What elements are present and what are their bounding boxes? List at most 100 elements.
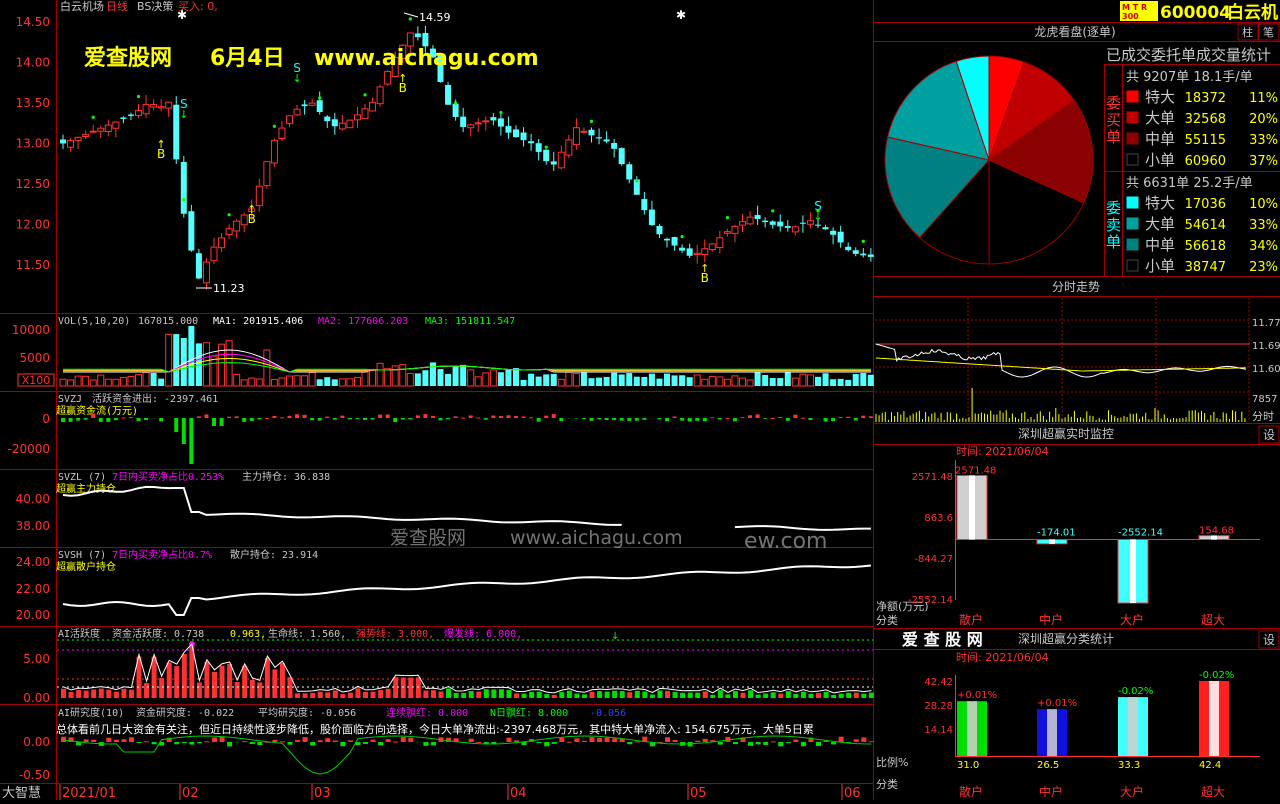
candle-body bbox=[498, 118, 504, 126]
ratio-delta: -0.02% bbox=[1199, 670, 1234, 681]
activity-bar bbox=[76, 690, 81, 698]
fund-flow-bar bbox=[854, 418, 858, 420]
ai-axis: 5.00 0.00 bbox=[23, 652, 50, 705]
date-tick: 05 bbox=[690, 786, 707, 800]
candle-body bbox=[536, 143, 542, 152]
stock-short-name: 白云机 bbox=[1227, 2, 1278, 23]
volume-bar bbox=[256, 379, 262, 386]
date-tick: 04 bbox=[510, 786, 527, 800]
star-icon: ✱ bbox=[676, 8, 686, 22]
sell-side-char: 单 bbox=[1106, 233, 1121, 251]
svzl-tick: 38.00 bbox=[16, 519, 50, 533]
net-flow-value: 2571.48 bbox=[955, 466, 996, 477]
ratio-bar-highlight bbox=[1047, 709, 1057, 756]
fund-flow-bar bbox=[401, 418, 405, 419]
intraday-mode[interactable]: 分时 bbox=[1252, 410, 1274, 423]
fund-flow-bar bbox=[695, 418, 699, 421]
research-bar bbox=[423, 742, 428, 746]
research-bar bbox=[627, 742, 632, 744]
net-flow-value: -174.01 bbox=[1037, 528, 1076, 539]
date-ticks: 2021/010203040506 bbox=[60, 784, 861, 800]
fund-flow-bar bbox=[454, 416, 458, 418]
svzl-title[interactable]: SVZL (7) bbox=[58, 472, 106, 483]
volume-bar bbox=[460, 365, 466, 386]
candle-body bbox=[377, 87, 383, 104]
price-tick: 13.00 bbox=[16, 137, 50, 151]
volume-bar bbox=[566, 372, 572, 386]
vol-ma3: MA3: 151811.547 bbox=[425, 316, 515, 327]
activity-bar bbox=[106, 690, 111, 698]
research-title[interactable]: AI研究度(10) bbox=[58, 706, 124, 719]
candle-body bbox=[573, 128, 579, 145]
ai-title[interactable]: AI活跃度 bbox=[58, 627, 100, 640]
signal-dot bbox=[635, 179, 638, 182]
research-bar bbox=[137, 742, 142, 743]
activity-bar bbox=[763, 694, 768, 698]
fund-flow-bar bbox=[763, 418, 767, 419]
volume-bar bbox=[838, 379, 844, 386]
svsh-tick: 24.00 bbox=[16, 555, 50, 569]
vol-unit: X100 bbox=[22, 374, 51, 387]
legend-swatch bbox=[1127, 197, 1138, 208]
legend-swatch bbox=[1127, 239, 1138, 250]
research-bar bbox=[129, 737, 134, 742]
intraday-panel: 分时走势 11.77 11.69 11.60 7857 分时 bbox=[875, 280, 1280, 423]
ai-active-ma: 0.963, bbox=[230, 629, 266, 640]
activity-bar bbox=[469, 691, 474, 698]
svzj-title[interactable]: SVZJ bbox=[58, 394, 82, 405]
order-size-label: 中单 bbox=[1145, 236, 1175, 254]
volume-bar bbox=[694, 375, 700, 386]
category-label: 中户 bbox=[1039, 784, 1063, 799]
volume-bar bbox=[830, 379, 836, 386]
activity-bar bbox=[159, 678, 164, 698]
volume-bar bbox=[362, 372, 368, 386]
research-bar bbox=[665, 737, 670, 742]
fund-flow-bar bbox=[250, 418, 254, 421]
candle-body bbox=[302, 104, 308, 106]
classify-tick: 28.28 bbox=[924, 701, 953, 712]
activity-bar bbox=[522, 694, 527, 698]
activity-bar bbox=[386, 689, 391, 698]
svsh-axis: 24.00 22.00 20.00 bbox=[16, 555, 50, 622]
svsh-title[interactable]: SVSH (7) bbox=[58, 550, 106, 561]
activity-bar bbox=[476, 692, 481, 698]
volume-bar bbox=[656, 379, 662, 386]
activity-bar bbox=[310, 693, 315, 698]
candle-body bbox=[120, 117, 126, 119]
classify-panel: 爱 查 股 网 深圳超赢分类统计 设 时间: 2021/06/04 42.42 … bbox=[876, 630, 1279, 799]
vol-title[interactable]: VOL(5,10,20) bbox=[58, 316, 130, 327]
activity-bar bbox=[408, 678, 413, 698]
indicator-label[interactable]: BS决策 bbox=[137, 0, 173, 13]
volume-bar bbox=[687, 377, 693, 386]
fund-flow-bar bbox=[114, 418, 118, 420]
activity-bar bbox=[597, 691, 602, 698]
activity-bar bbox=[657, 690, 662, 698]
activity-bar bbox=[627, 692, 632, 698]
activity-bar bbox=[665, 691, 670, 698]
fund-flow-bar bbox=[484, 418, 488, 420]
volume-bar bbox=[709, 376, 715, 386]
activity-bar bbox=[220, 666, 225, 698]
svzl-tick: 40.00 bbox=[16, 492, 50, 506]
category-label: 超大 bbox=[1201, 784, 1225, 799]
candle-body bbox=[256, 186, 262, 205]
research-bar bbox=[295, 740, 300, 742]
vol-ma1: MA1: 201915.406 bbox=[213, 316, 303, 327]
research-bar bbox=[257, 742, 262, 745]
activity-bar bbox=[167, 662, 172, 698]
candle-body bbox=[619, 148, 625, 164]
fund-flow-bar bbox=[212, 418, 216, 426]
intraday-avg-line bbox=[876, 358, 1246, 371]
fund-flow-bar bbox=[386, 414, 390, 418]
sell-side-char: 委 bbox=[1106, 199, 1121, 217]
activity-bar bbox=[393, 677, 398, 698]
order-size-pct: 34% bbox=[1249, 239, 1278, 254]
fund-flow-bars bbox=[61, 414, 873, 464]
fund-flow-bar bbox=[582, 418, 586, 419]
volume-bar bbox=[271, 380, 277, 386]
volume-bar bbox=[226, 341, 232, 386]
volume-bar bbox=[800, 374, 806, 386]
candle-body bbox=[505, 126, 511, 133]
volume-bar bbox=[581, 373, 587, 386]
period-label[interactable]: 日线 bbox=[106, 0, 128, 13]
